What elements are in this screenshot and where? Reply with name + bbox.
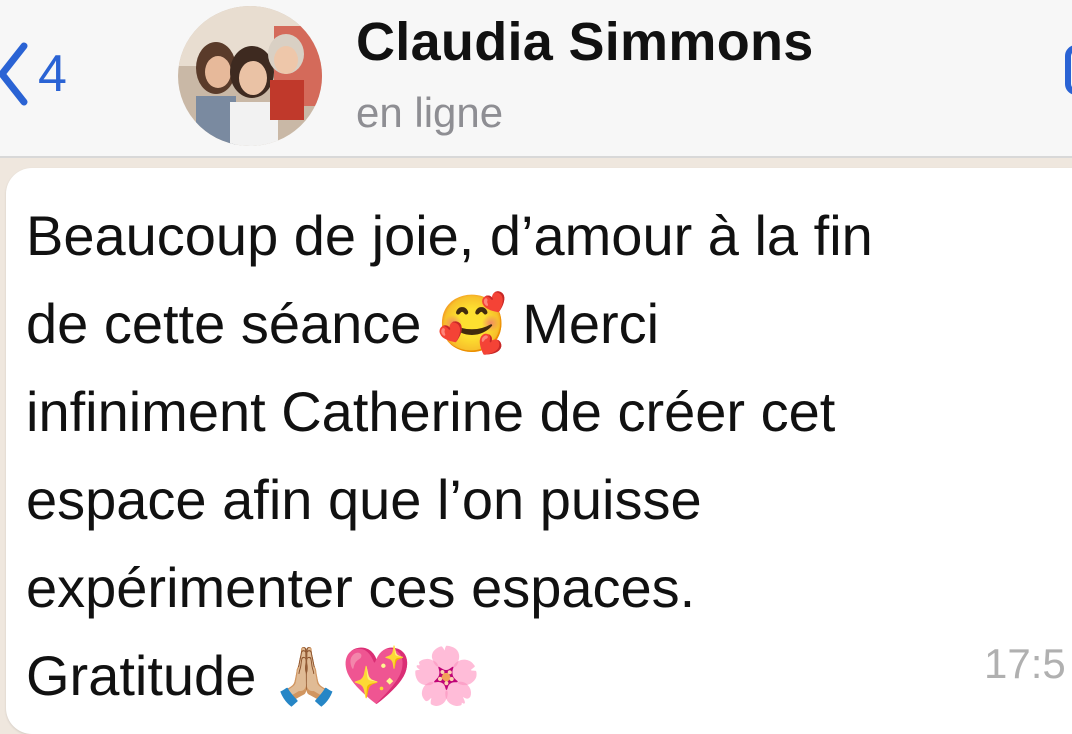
message-line: espace afin que l’on puisse [26, 468, 702, 531]
message-bubble[interactable]: Beaucoup de joie, d’amour à la fin de ce… [6, 168, 1072, 734]
chevron-left-icon [0, 34, 34, 114]
phone-icon[interactable] [1060, 40, 1072, 100]
contact-name[interactable]: Claudia Simmons [356, 10, 814, 74]
message-line: infiniment Catherine de créer cet [26, 380, 836, 443]
message-timestamp: 17:5 [984, 640, 1066, 687]
avatar[interactable] [178, 6, 322, 146]
message-line: expérimenter ces espaces. [26, 556, 696, 619]
message-text: Beaucoup de joie, d’amour à la fin de ce… [26, 192, 1066, 720]
message-line: de cette séance 🥰 Merci [26, 292, 660, 355]
chat-header: 4 Claudia Simmons en ligne [0, 0, 1072, 158]
message-line: Beaucoup de joie, d’amour à la fin [26, 204, 873, 267]
contact-status: en ligne [356, 89, 504, 136]
chat-area: Beaucoup de joie, d’amour à la fin de ce… [0, 158, 1072, 734]
unread-count: 4 [38, 45, 67, 103]
back-button[interactable]: 4 [0, 24, 67, 124]
message-line: Gratitude 🙏🏼💖🌸 [26, 644, 482, 707]
